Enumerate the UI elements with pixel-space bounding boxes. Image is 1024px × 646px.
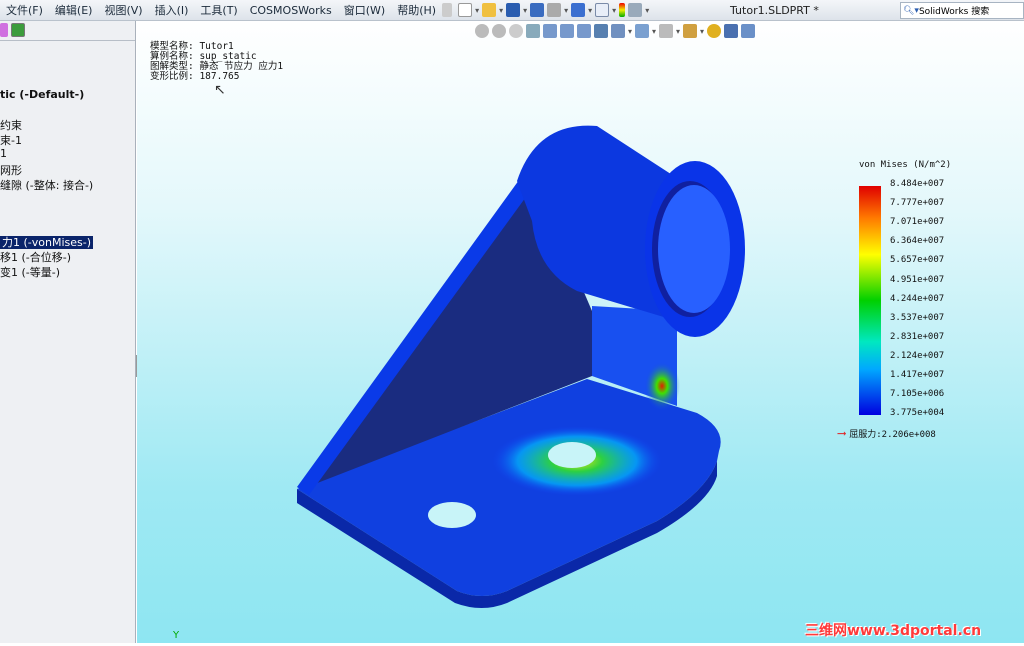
tree-item[interactable]: 移1 (-合位移-): [0, 249, 71, 265]
select-icon[interactable]: [595, 3, 610, 17]
legend-tick: 1.417e+007: [890, 370, 945, 380]
legend-tick: 4.244e+007: [890, 293, 945, 304]
rebuild-icon[interactable]: [530, 3, 545, 17]
menu-window[interactable]: 窗口(W): [338, 2, 391, 18]
normal-to-icon[interactable]: [577, 24, 591, 38]
tree-item[interactable]: 1: [0, 147, 7, 160]
menu-edit[interactable]: 编辑(E): [49, 2, 99, 18]
legend-tick: 4.951e+007: [890, 274, 945, 285]
shadows-icon[interactable]: [724, 24, 739, 38]
search-input[interactable]: 🔍︎▾ SolidWorks 搜索: [900, 2, 1024, 19]
tree-item[interactable]: 网形: [0, 162, 22, 178]
print-icon[interactable]: [547, 3, 562, 17]
options-icon[interactable]: [628, 3, 643, 17]
tree-item[interactable]: 约束: [0, 117, 22, 133]
scene-icon[interactable]: [707, 24, 722, 38]
yield-strength-indicator: ⟶ 屈服力:2.206e+008: [838, 426, 936, 440]
menu-tools[interactable]: 工具(T): [194, 2, 243, 18]
undo-icon[interactable]: [571, 3, 586, 17]
menu-insert[interactable]: 插入(I): [149, 2, 195, 18]
tree-item[interactable]: 变1 (-等量-): [0, 264, 60, 280]
display-style-icon[interactable]: [635, 24, 650, 38]
zoom-selection-icon[interactable]: [526, 24, 540, 38]
tree-item[interactable]: 束-1: [0, 132, 22, 148]
view-orientation-icon[interactable]: [611, 24, 625, 38]
pin-icon[interactable]: [442, 3, 453, 17]
tree-item[interactable]: 缝隙 (-整体: 接合-): [0, 177, 93, 193]
menu-file[interactable]: 文件(F): [0, 2, 49, 18]
search-placeholder: SolidWorks 搜索: [918, 7, 990, 17]
legend-tick: 3.537e+007: [890, 312, 945, 323]
hide-show-icon[interactable]: [659, 24, 674, 38]
legend-title: von Mises (N/m^2): [859, 160, 952, 170]
property-tab-icon[interactable]: [0, 23, 8, 37]
appearance-icon[interactable]: [683, 24, 698, 38]
arrow-right-icon: ⟶: [838, 426, 846, 440]
menu-help[interactable]: 帮助(H): [391, 2, 442, 18]
tree-item-stress-selected[interactable]: 力1 (-vonMises-): [0, 236, 94, 249]
rotate-icon[interactable]: [543, 24, 557, 38]
mouse-cursor-icon: ↖: [214, 82, 226, 98]
legend-tick: 2.831e+007: [890, 331, 945, 342]
window-title: Tutor1.SLDPRT *: [730, 4, 819, 17]
legend-tick: 7.105e+006: [890, 389, 945, 400]
traffic-light-icon[interactable]: [619, 3, 626, 17]
save-icon[interactable]: [506, 3, 521, 17]
cosmos-tab-icon[interactable]: [11, 23, 25, 37]
feature-manager-panel: tic (-Default-) 约束 束-1 1 网形 缝隙 (-整体: 接合-…: [0, 21, 136, 643]
axis-triad-y: Y: [173, 630, 180, 641]
legend-tick: 2.124e+007: [890, 350, 945, 361]
search-icon[interactable]: 🔍︎▾: [903, 6, 919, 16]
new-icon[interactable]: [458, 3, 473, 17]
perspective-icon[interactable]: [741, 24, 756, 38]
zoom-to-fit-icon[interactable]: [475, 24, 489, 38]
legend-tick: 3.775e+004: [890, 408, 945, 419]
info-deformation-scale: 变形比例: 187.765: [150, 71, 240, 82]
zoom-in-out-icon[interactable]: [509, 24, 523, 38]
menu-bar: 文件(F) 编辑(E) 视图(V) 插入(I) 工具(T) COSMOSWork…: [0, 0, 1024, 21]
standard-toolbar: ▾ ▾ ▾ ▾ ▾ ▾ ▾: [458, 3, 649, 17]
legend-tick: 7.777e+007: [890, 198, 945, 209]
open-icon[interactable]: [482, 3, 497, 17]
legend-colorbar: [859, 186, 881, 415]
watermark: 三维网www.3dportal.cn: [805, 623, 982, 639]
menu-cosmosworks[interactable]: COSMOSWorks: [244, 4, 338, 17]
yield-strength-label: 屈服力:2.206e+008: [849, 429, 936, 440]
view-toolbar: ▾ ▾ ▾ ▾: [475, 24, 756, 38]
tree-study[interactable]: tic (-Default-): [0, 88, 84, 101]
zoom-area-icon[interactable]: [492, 24, 506, 38]
pan-icon[interactable]: [560, 24, 574, 38]
legend-tick: 7.071e+007: [890, 217, 945, 228]
legend-tick: 6.364e+007: [890, 236, 945, 247]
legend-tick: 8.484e+007: [890, 179, 945, 189]
section-view-icon[interactable]: [594, 24, 608, 38]
legend-tick: 5.657e+007: [890, 255, 945, 266]
menu-view[interactable]: 视图(V): [98, 2, 148, 18]
